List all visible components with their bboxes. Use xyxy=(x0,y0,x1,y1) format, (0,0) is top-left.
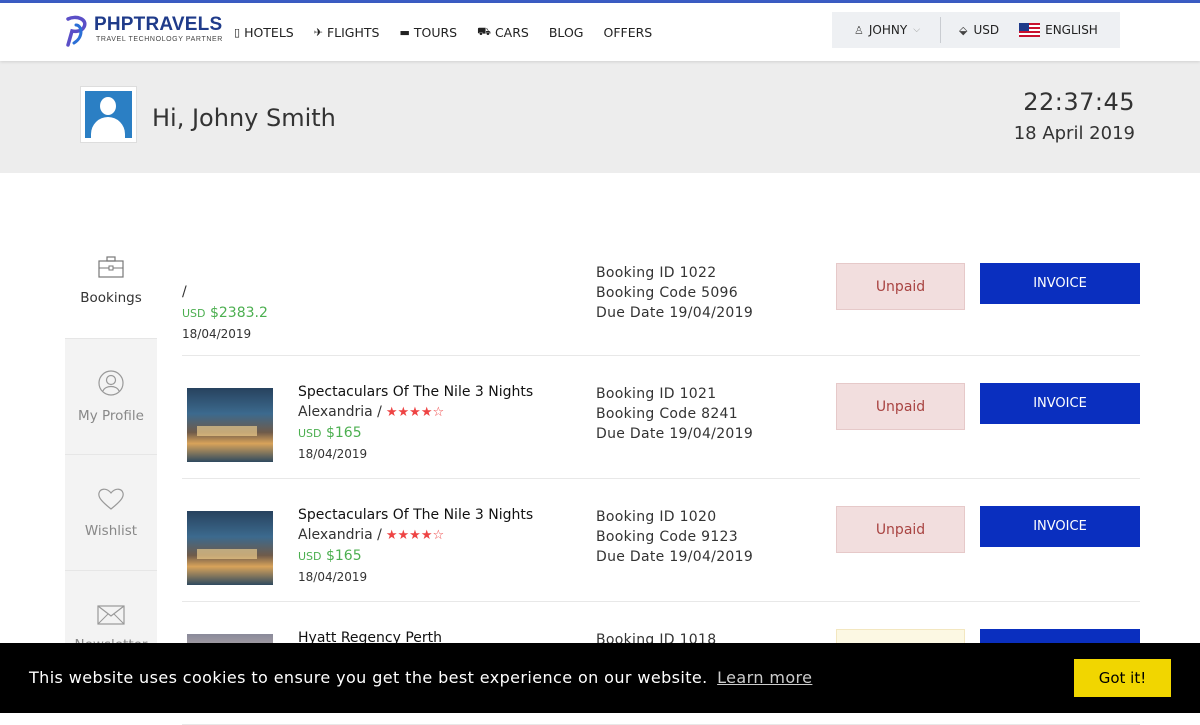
briefcase-icon xyxy=(98,255,124,284)
nav-blog-label: BLOG xyxy=(548,24,584,40)
booking-code: Booking Code 8241 xyxy=(596,406,738,422)
user-circle-icon xyxy=(98,369,124,402)
booking-due-date: Due Date 19/04/2019 xyxy=(596,426,754,442)
car-icon: ⛟ xyxy=(477,24,491,38)
nav-tours[interactable]: ▬ TOURS xyxy=(399,25,457,40)
chevron-down-icon: ⌵ xyxy=(913,25,921,35)
brand-name: PHPTRAVELS xyxy=(94,14,223,35)
learn-more-link[interactable]: Learn more xyxy=(717,668,812,687)
status-badge[interactable]: Unpaid xyxy=(836,383,965,430)
user-menu[interactable]: ♙ JOHNY ⌵ xyxy=(832,17,941,43)
nav-cars[interactable]: ⛟ CARS xyxy=(477,25,529,40)
sidebar-item-label: My Profile xyxy=(78,407,144,424)
status-badge[interactable]: Unpaid xyxy=(836,506,965,553)
navbar: PHPTRAVELS TRAVEL TECHNOLOGY PARTNER ▯ H… xyxy=(0,3,1200,61)
booking-location: / xyxy=(182,284,187,300)
booking-row: / USD $2383.2 18/04/2019 Booking ID 1022… xyxy=(182,232,1140,356)
sidebar-item-wishlist[interactable]: Wishlist xyxy=(65,455,157,571)
nav-hotels[interactable]: ▯ HOTELS xyxy=(234,25,294,40)
user-menu-label: JOHNY xyxy=(868,23,908,37)
avatar xyxy=(80,86,137,143)
invoice-button[interactable]: INVOICE xyxy=(980,263,1140,304)
main-nav: ▯ HOTELS ✈ FLIGHTS ▬ TOURS ⛟ CARS BLOG O… xyxy=(234,3,672,61)
invoice-button[interactable]: INVOICE xyxy=(980,383,1140,424)
nav-tours-label: TOURS xyxy=(413,24,458,40)
heart-icon xyxy=(97,487,125,517)
envelope-icon xyxy=(97,604,125,631)
hotel-thumbnail[interactable] xyxy=(187,388,273,462)
booking-title[interactable]: Spectaculars Of The Nile 3 Nights xyxy=(298,384,533,400)
suitcase-icon: ▬ xyxy=(399,25,410,39)
booking-info: Booking ID 1022 Booking Code 5096 Due Da… xyxy=(596,263,753,323)
nav-offers[interactable]: OFFERS xyxy=(603,25,652,40)
nav-flights-label: FLIGHTS xyxy=(326,24,380,40)
currency-selector[interactable]: ⬙ USD xyxy=(959,23,999,37)
sidebar-item-profile[interactable]: My Profile xyxy=(65,339,157,455)
star-rating: ★★★★☆ xyxy=(385,527,445,543)
greeting-title: Hi, Johny Smith xyxy=(152,104,336,132)
sidebar-item-bookings[interactable]: Bookings xyxy=(65,223,157,339)
nav-blog[interactable]: BLOG xyxy=(549,25,584,40)
booking-location: Alexandria / ★★★★☆ xyxy=(298,527,445,543)
booking-due-date: Due Date 19/04/2019 xyxy=(596,305,754,321)
nav-flights[interactable]: ✈ FLIGHTS xyxy=(314,25,380,40)
user-icon: ♙ xyxy=(854,23,864,37)
booking-id: Booking ID 1021 xyxy=(596,386,717,402)
logo-mark-icon xyxy=(66,15,87,47)
brand-logo[interactable]: PHPTRAVELS TRAVEL TECHNOLOGY PARTNER xyxy=(64,15,223,47)
us-flag-icon xyxy=(1019,23,1041,37)
plane-icon: ✈ xyxy=(313,25,323,39)
currency-label: USD xyxy=(973,23,1000,37)
language-label: ENGLISH xyxy=(1045,23,1098,37)
booking-location: Alexandria / ★★★★☆ xyxy=(298,404,445,420)
booking-price: USD $165 xyxy=(298,425,362,441)
status-badge[interactable]: Unpaid xyxy=(836,263,965,310)
nav-cars-label: CARS xyxy=(494,24,529,40)
booking-title[interactable]: Spectaculars Of The Nile 3 Nights xyxy=(298,507,533,523)
booking-info: Booking ID 1020 Booking Code 9123 Due Da… xyxy=(596,507,753,567)
language-selector[interactable]: ENGLISH xyxy=(1019,23,1098,37)
booking-date: 18/04/2019 xyxy=(182,327,252,341)
star-rating: ★★★★☆ xyxy=(385,404,445,420)
booking-price: USD $165 xyxy=(298,548,362,564)
booking-row: Spectaculars Of The Nile 3 Nights Alexan… xyxy=(182,356,1140,479)
account-sidebar: Bookings My Profile Wishlist Newsletter xyxy=(65,223,157,687)
sidebar-item-label: Wishlist xyxy=(84,522,138,539)
tag-icon: ⬙ xyxy=(959,23,968,37)
building-icon: ▯ xyxy=(234,25,241,39)
account-header: Hi, Johny Smith 22:37:45 18 April 2019 xyxy=(0,61,1200,173)
booking-due-date: Due Date 19/04/2019 xyxy=(596,549,754,565)
got-it-button[interactable]: Got it! xyxy=(1074,659,1171,697)
clock-date: 18 April 2019 xyxy=(1013,123,1135,144)
sidebar-item-label: Bookings xyxy=(80,289,142,306)
nav-offers-label: OFFERS xyxy=(603,24,653,40)
booking-code: Booking Code 9123 xyxy=(596,529,738,545)
booking-info: Booking ID 1021 Booking Code 8241 Due Da… xyxy=(596,384,753,444)
booking-id: Booking ID 1022 xyxy=(596,265,717,281)
booking-date: 18/04/2019 xyxy=(298,447,368,461)
booking-code: Booking Code 5096 xyxy=(596,285,738,301)
booking-price: USD $2383.2 xyxy=(182,305,268,321)
cookie-message: This website uses cookies to ensure you … xyxy=(29,668,813,687)
booking-date: 18/04/2019 xyxy=(298,570,368,584)
invoice-button[interactable]: INVOICE xyxy=(980,506,1140,547)
booking-row: Spectaculars Of The Nile 3 Nights Alexan… xyxy=(182,479,1140,602)
nav-hotels-label: HOTELS xyxy=(244,24,294,40)
hotel-thumbnail[interactable] xyxy=(187,511,273,585)
account-toolbar: ♙ JOHNY ⌵ ⬙ USD ENGLISH xyxy=(832,12,1120,48)
cookie-banner: This website uses cookies to ensure you … xyxy=(0,643,1200,713)
clock-time: 22:37:45 xyxy=(1023,88,1135,116)
booking-id: Booking ID 1020 xyxy=(596,509,717,525)
brand-tagline: TRAVEL TECHNOLOGY PARTNER xyxy=(96,36,223,43)
